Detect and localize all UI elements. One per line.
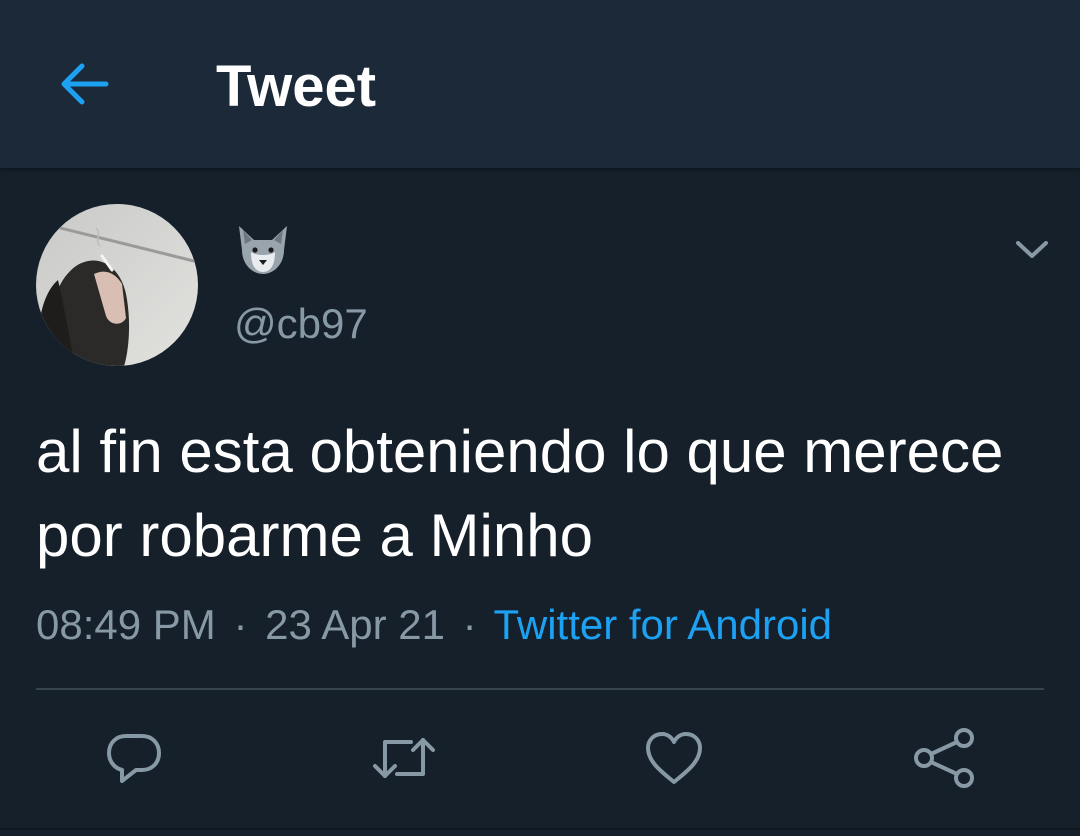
arrow-left-icon	[61, 63, 109, 105]
retweet-button[interactable]	[368, 722, 440, 794]
tweet-source-link[interactable]: Twitter for Android	[494, 601, 832, 648]
display-name[interactable]	[234, 224, 292, 276]
reply-button[interactable]	[98, 722, 170, 794]
meta-separator: ·	[233, 601, 248, 648]
page-title: Tweet	[216, 54, 377, 119]
reply-icon	[107, 734, 161, 783]
like-button[interactable]	[638, 722, 710, 794]
app-header: Tweet	[0, 0, 1080, 168]
tweet-meta: 08:49 PM · 23 Apr 21 · Twitter for Andro…	[36, 598, 832, 652]
user-handle[interactable]: @cb97	[234, 298, 368, 350]
tweet-menu-button[interactable]	[1004, 222, 1060, 278]
tweet-time: 08:49 PM	[36, 601, 216, 648]
divider	[0, 828, 1080, 830]
share-button[interactable]	[908, 722, 980, 794]
profile-photo	[36, 204, 198, 366]
back-button[interactable]	[44, 44, 124, 124]
heart-icon	[646, 732, 702, 784]
meta-separator: ·	[462, 601, 477, 648]
avatar[interactable]	[36, 204, 198, 366]
tweet-text: al fin esta obteniendo lo que merece por…	[36, 418, 1004, 569]
tweet-date: 23 Apr 21	[265, 601, 445, 648]
divider	[36, 688, 1044, 690]
wolf-face-emoji	[239, 226, 287, 274]
share-icon	[914, 728, 974, 788]
retweet-icon	[373, 738, 435, 778]
chevron-down-icon	[1016, 241, 1048, 258]
